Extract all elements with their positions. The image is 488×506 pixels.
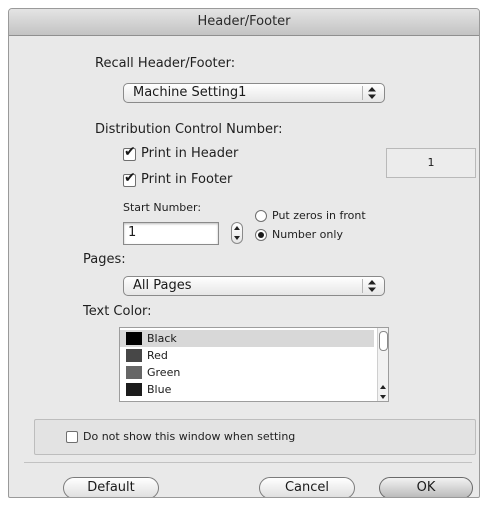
list-item[interactable]: Red (120, 347, 374, 364)
updown-arrows-icon (362, 279, 381, 293)
put-zeros-label: Put zeros in front (272, 209, 366, 222)
text-color-list[interactable]: Black Red Green Blue (119, 327, 389, 402)
print-in-footer-label: Print in Footer (141, 172, 233, 187)
list-item-label: Blue (147, 383, 172, 396)
number-only-label: Number only (272, 228, 343, 241)
list-item-label: Red (147, 349, 168, 362)
scroll-arrows-icon[interactable] (380, 385, 386, 399)
recall-popup-value: Machine Setting1 (133, 85, 247, 100)
pages-popup[interactable]: All Pages (123, 276, 385, 296)
pages-popup-value: All Pages (133, 278, 192, 293)
pages-label: Pages: (83, 252, 126, 267)
color-swatch (126, 383, 142, 396)
distribution-counter: 1 (386, 148, 476, 178)
color-swatch (126, 349, 142, 362)
print-in-header-label: Print in Header (141, 146, 239, 161)
default-button[interactable]: Default (63, 477, 159, 497)
start-number-stepper[interactable] (231, 222, 243, 244)
number-only-radio[interactable] (255, 229, 267, 241)
scrollbar-thumb[interactable] (379, 331, 388, 351)
start-number-label: Start Number: (123, 201, 202, 214)
ok-button[interactable]: OK (379, 477, 473, 497)
do-not-show-label: Do not show this window when setting (83, 430, 296, 443)
print-in-header-checkbox[interactable] (123, 144, 136, 161)
color-swatch (126, 366, 142, 379)
put-zeros-radio[interactable] (255, 210, 267, 222)
window-title: Header/Footer (9, 9, 479, 36)
text-color-label: Text Color: (83, 304, 152, 319)
list-item[interactable]: Black (120, 330, 374, 347)
stepper-arrows-icon (234, 226, 240, 240)
distribution-label: Distribution Control Number: (95, 122, 283, 137)
color-swatch (126, 332, 142, 345)
list-item-label: Green (147, 366, 181, 379)
print-in-footer-checkbox[interactable] (123, 170, 136, 187)
header-footer-dialog: Header/Footer Recall Header/Footer: Mach… (8, 8, 480, 498)
do-not-show-checkbox[interactable] (66, 431, 78, 443)
cancel-button[interactable]: Cancel (259, 477, 355, 497)
recall-popup[interactable]: Machine Setting1 (123, 83, 385, 103)
list-item[interactable]: Blue (120, 381, 374, 398)
updown-arrows-icon (362, 86, 381, 100)
list-scrollbar[interactable] (377, 328, 388, 401)
list-item-label: Black (147, 332, 177, 345)
recall-label: Recall Header/Footer: (95, 56, 236, 71)
do-not-show-panel: Do not show this window when setting (34, 419, 476, 455)
divider (24, 462, 472, 463)
list-item[interactable]: Green (120, 364, 374, 381)
start-number-input[interactable]: 1 (123, 222, 219, 245)
